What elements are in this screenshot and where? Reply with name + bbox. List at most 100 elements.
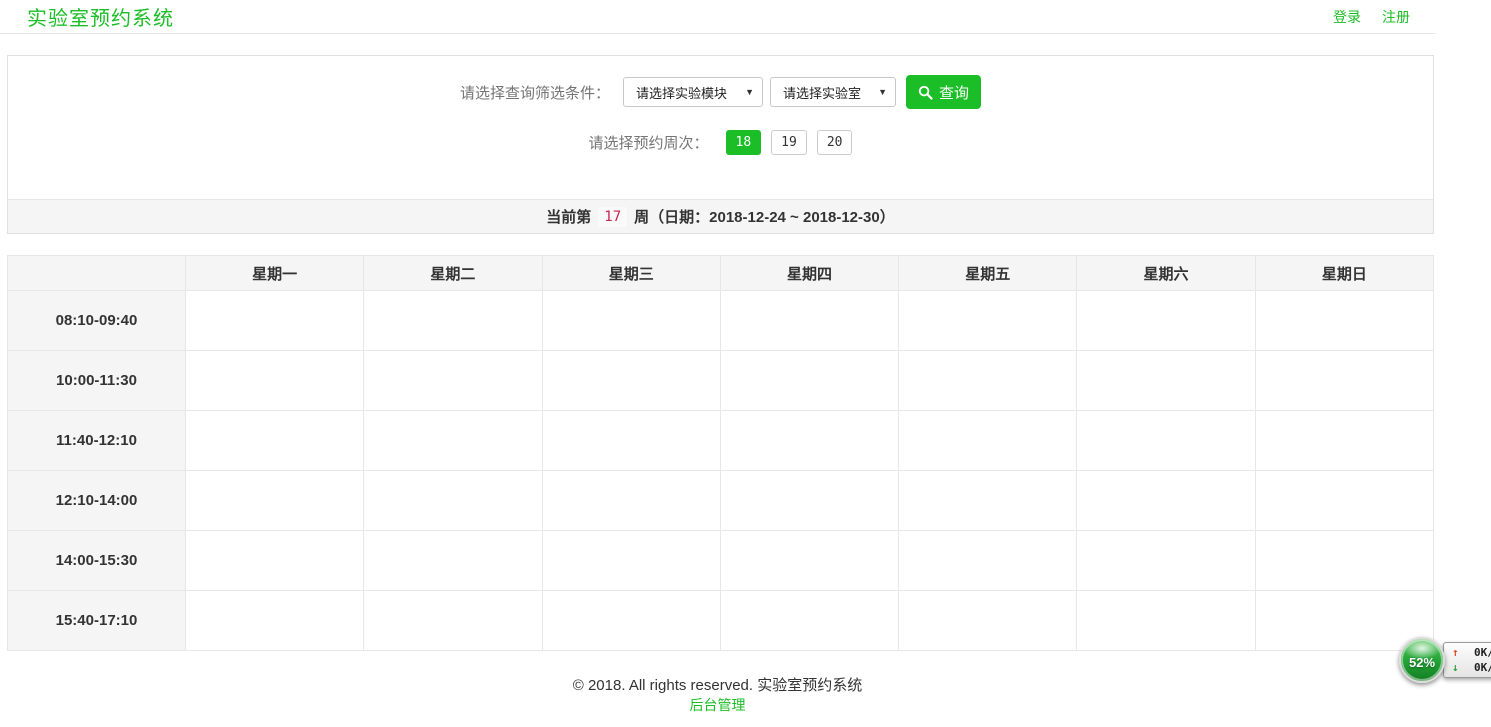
filter-panel: 请选择查询筛选条件： 请选择实验模块 ▼ 请选择实验室 ▼ 查询 请选择预约周次… (7, 55, 1434, 234)
upload-speed-value: 0K/s (1474, 646, 1491, 659)
week-button-20[interactable]: 20 (817, 130, 853, 155)
schedule-table: 星期一星期二星期三星期四星期五星期六星期日 08:10-09:4010:00-1… (7, 255, 1434, 651)
week-button-18[interactable]: 18 (726, 130, 762, 155)
schedule-cell[interactable] (186, 531, 364, 591)
upload-speed-row: ↑ 0K/s (1452, 645, 1491, 660)
schedule-cell[interactable] (364, 411, 542, 471)
week-select-label: 请选择预约周次： (589, 132, 709, 153)
schedule-cell[interactable] (899, 591, 1077, 651)
schedule-cell[interactable] (1255, 351, 1433, 411)
schedule-cell[interactable] (542, 531, 720, 591)
schedule-row: 14:00-15:30 (8, 531, 1434, 591)
schedule-cell[interactable] (364, 471, 542, 531)
time-slot-label: 11:40-12:10 (8, 411, 186, 471)
schedule-cell[interactable] (1077, 591, 1255, 651)
schedule-corner-cell (8, 256, 186, 291)
schedule-cell[interactable] (364, 591, 542, 651)
module-select-value: 请选择实验模块 (636, 83, 727, 102)
current-week-prefix: 当前第 (546, 206, 591, 227)
schedule-cell[interactable] (364, 291, 542, 351)
schedule-cell[interactable] (1077, 411, 1255, 471)
schedule-cell[interactable] (720, 471, 898, 531)
download-speed-row: ↓ 0K/s (1452, 660, 1491, 675)
schedule-row: 08:10-09:40 (8, 291, 1434, 351)
room-select[interactable]: 请选择实验室 ▼ (770, 77, 896, 107)
schedule-cell[interactable] (720, 411, 898, 471)
week-select-row: 请选择预约周次： 18 19 20 (8, 129, 1433, 155)
week-buttons: 18 19 20 (726, 130, 853, 155)
time-slot-label: 12:10-14:00 (8, 471, 186, 531)
copyright-text: © 2018. All rights reserved. 实验室预约系统 (0, 676, 1435, 696)
schedule-cell[interactable] (720, 291, 898, 351)
time-slot-label: 10:00-11:30 (8, 351, 186, 411)
time-slot-label: 14:00-15:30 (8, 531, 186, 591)
day-header: 星期日 (1255, 256, 1433, 291)
upload-arrow-icon: ↑ (1452, 646, 1464, 659)
chevron-down-icon: ▼ (745, 87, 754, 97)
day-header: 星期五 (899, 256, 1077, 291)
week-button-19[interactable]: 19 (771, 130, 807, 155)
schedule-cell[interactable] (899, 411, 1077, 471)
schedule-cell[interactable] (186, 471, 364, 531)
day-header: 星期二 (364, 256, 542, 291)
schedule-row: 11:40-12:10 (8, 411, 1434, 471)
schedule-row: 10:00-11:30 (8, 351, 1434, 411)
schedule-cell[interactable] (186, 291, 364, 351)
schedule-cell[interactable] (899, 291, 1077, 351)
time-slot-label: 08:10-09:40 (8, 291, 186, 351)
top-navbar: 实验室预约系统 登录 注册 (0, 0, 1435, 34)
day-header: 星期三 (542, 256, 720, 291)
schedule-cell[interactable] (720, 351, 898, 411)
schedule-cell[interactable] (364, 531, 542, 591)
filter-condition-label: 请选择查询筛选条件： (460, 82, 610, 103)
schedule-body: 08:10-09:4010:00-11:3011:40-12:1012:10-1… (8, 291, 1434, 651)
schedule-cell[interactable] (1255, 471, 1433, 531)
schedule-cell[interactable] (720, 591, 898, 651)
schedule-cell[interactable] (186, 591, 364, 651)
percent-badge-value: 52% (1409, 655, 1435, 670)
schedule-cell[interactable] (186, 351, 364, 411)
current-week-number: 17 (598, 207, 627, 227)
schedule-cell[interactable] (899, 531, 1077, 591)
download-arrow-icon: ↓ (1452, 661, 1464, 674)
schedule-cell[interactable] (899, 351, 1077, 411)
chevron-down-icon: ▼ (878, 87, 887, 97)
schedule-cell[interactable] (1077, 351, 1255, 411)
schedule-cell[interactable] (1255, 531, 1433, 591)
schedule-row: 15:40-17:10 (8, 591, 1434, 651)
top-links: 登录 注册 (1333, 7, 1410, 27)
schedule-cell[interactable] (899, 471, 1077, 531)
schedule-cell[interactable] (186, 411, 364, 471)
current-week-suffix: 周（日期：2018-12-24 ~ 2018-12-30） (634, 206, 895, 227)
admin-link[interactable]: 后台管理 (690, 696, 746, 715)
schedule-cell[interactable] (1077, 291, 1255, 351)
schedule-cell[interactable] (542, 411, 720, 471)
brand-title[interactable]: 实验室预约系统 (27, 2, 174, 31)
register-link[interactable]: 注册 (1382, 7, 1410, 27)
search-button-label: 查询 (939, 82, 969, 103)
schedule-cell[interactable] (542, 291, 720, 351)
schedule-cell[interactable] (542, 351, 720, 411)
current-week-bar: 当前第 17 周（日期：2018-12-24 ~ 2018-12-30） (8, 199, 1433, 233)
schedule-cell[interactable] (1255, 291, 1433, 351)
search-button[interactable]: 查询 (906, 75, 981, 109)
day-header: 星期四 (720, 256, 898, 291)
schedule-cell[interactable] (1077, 531, 1255, 591)
extension-percent-badge[interactable]: 52% (1399, 637, 1445, 683)
schedule-header-row: 星期一星期二星期三星期四星期五星期六星期日 (8, 256, 1434, 291)
schedule-cell[interactable] (542, 591, 720, 651)
filter-condition-row: 请选择查询筛选条件： 请选择实验模块 ▼ 请选择实验室 ▼ 查询 (8, 75, 1433, 109)
network-speed-panel: ↑ 0K/s ↓ 0K/s (1443, 642, 1491, 678)
schedule-cell[interactable] (542, 471, 720, 531)
schedule-cell[interactable] (364, 351, 542, 411)
module-select[interactable]: 请选择实验模块 ▼ (623, 77, 763, 107)
schedule-cell[interactable] (720, 531, 898, 591)
schedule-row: 12:10-14:00 (8, 471, 1434, 531)
time-slot-label: 15:40-17:10 (8, 591, 186, 651)
login-link[interactable]: 登录 (1333, 7, 1361, 27)
page-footer: © 2018. All rights reserved. 实验室预约系统 后台管… (0, 676, 1435, 715)
schedule-cell[interactable] (1255, 411, 1433, 471)
search-icon (918, 85, 933, 100)
schedule-cell[interactable] (1077, 471, 1255, 531)
download-speed-value: 0K/s (1474, 661, 1491, 674)
